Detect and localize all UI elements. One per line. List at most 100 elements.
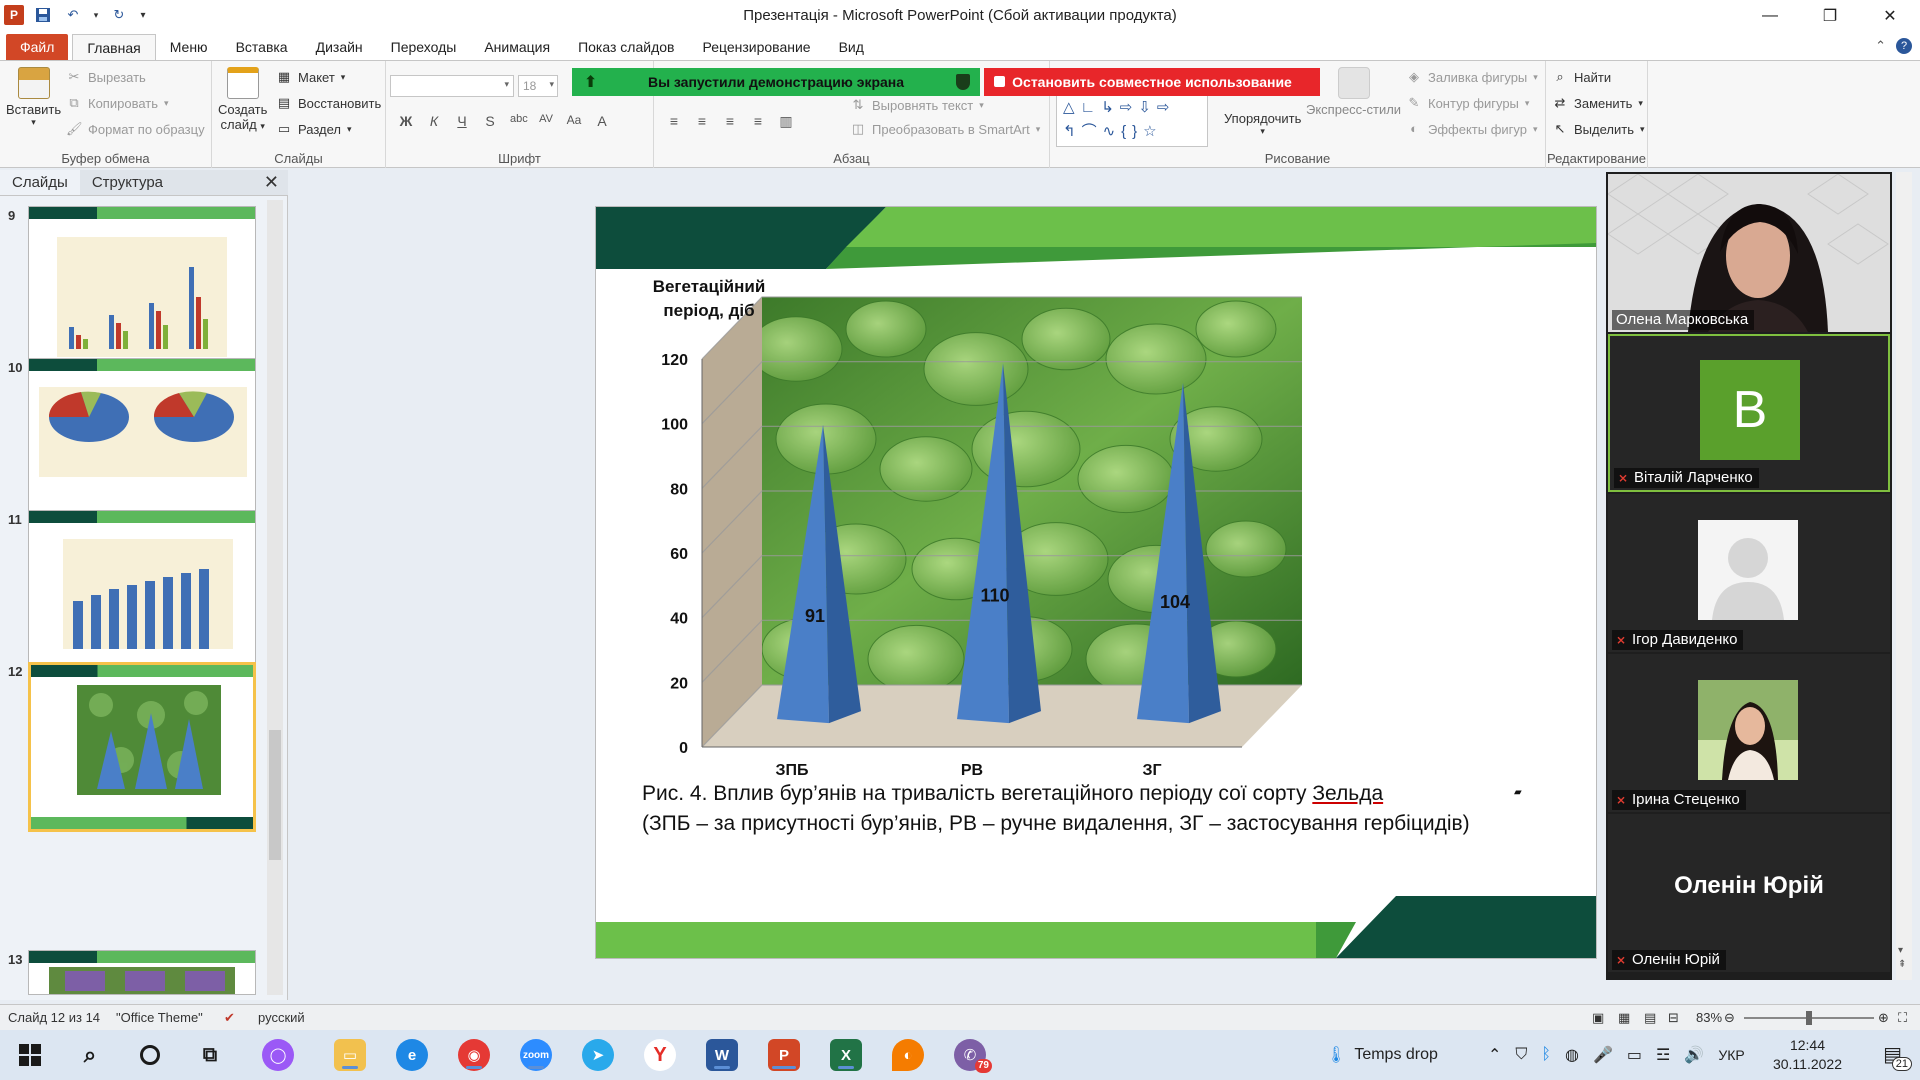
- notifications-icon[interactable]: ▤ 21: [1883, 1042, 1912, 1071]
- file-explorer-icon[interactable]: ▭: [334, 1039, 366, 1071]
- slide-thumbnail-11[interactable]: [28, 510, 256, 680]
- justify-icon[interactable]: ≡: [750, 113, 766, 130]
- prev-slide-icon[interactable]: ⇞: [1898, 959, 1906, 970]
- replace-button[interactable]: ⇄ Заменить ▾: [1552, 95, 1643, 111]
- telegram-icon[interactable]: ➤: [582, 1039, 614, 1071]
- copy-button[interactable]: ⧉ Копировать ▾: [66, 95, 168, 111]
- slide-thumbnail-12[interactable]: [28, 662, 256, 832]
- tab-file[interactable]: Файл: [6, 34, 69, 60]
- windows-start-icon[interactable]: [14, 1039, 46, 1071]
- security-icon[interactable]: ⛉: [1515, 1046, 1527, 1064]
- slide-thumbnail-9[interactable]: [28, 206, 256, 376]
- zoom-slider[interactable]: [1744, 1011, 1874, 1025]
- editor-scrollbar[interactable]: ▾ ⇞: [1896, 172, 1912, 980]
- tab-slides[interactable]: Слайды: [0, 170, 80, 195]
- tab-review[interactable]: Рецензирование: [688, 34, 824, 60]
- participant-tile[interactable]: B ⨯ Віталій Ларченко: [1608, 334, 1890, 492]
- zoom-out-icon[interactable]: ⊖: [1724, 1010, 1735, 1026]
- fit-slide-icon[interactable]: ⛶: [1898, 1010, 1907, 1026]
- zoom-slider-handle[interactable]: [1806, 1011, 1812, 1025]
- font-size-select[interactable]: 18 ▾: [518, 75, 558, 97]
- slideshow-view-icon[interactable]: ⊟: [1668, 1010, 1679, 1026]
- shape-effects-button[interactable]: ◐ Эффекты фигур ▾: [1406, 121, 1537, 137]
- reading-view-icon[interactable]: ▤: [1644, 1010, 1656, 1026]
- align-text-button[interactable]: ⇅ Выровнять текст ▾: [850, 97, 984, 113]
- columns-icon[interactable]: ▥: [778, 113, 794, 130]
- meet-now-icon[interactable]: ◍: [1565, 1045, 1579, 1065]
- word-icon[interactable]: W: [706, 1039, 738, 1071]
- alice-assistant-icon[interactable]: ◯: [262, 1039, 294, 1071]
- tab-menu[interactable]: Меню: [156, 34, 222, 60]
- align-right-icon[interactable]: ≡: [722, 113, 738, 130]
- tab-home[interactable]: Главная: [72, 34, 156, 60]
- shape-outline-button[interactable]: ✎ Контур фигуры ▾: [1406, 95, 1530, 111]
- participant-tile[interactable]: Олена Марковська: [1608, 174, 1890, 332]
- shapes-gallery[interactable]: △∟↳⇨⇩⇨ ↰⌒∿{}☆: [1056, 95, 1208, 147]
- change-case-icon[interactable]: Aa: [566, 113, 582, 129]
- tab-animation[interactable]: Анимация: [470, 34, 564, 60]
- tab-design[interactable]: Дизайн: [302, 34, 377, 60]
- thumbnails-scrollbar[interactable]: [267, 200, 283, 995]
- firefox-icon[interactable]: ◐: [892, 1039, 924, 1071]
- section-button[interactable]: ▭ Раздел ▾: [276, 121, 352, 137]
- font-color-icon[interactable]: A: [594, 113, 610, 129]
- weather-widget[interactable]: 🌡 Temps drop: [1326, 1030, 1438, 1080]
- italic-icon[interactable]: К: [426, 113, 442, 129]
- format-painter-button[interactable]: 🖌 Формат по образцу: [66, 121, 205, 137]
- normal-view-icon[interactable]: ▣: [1592, 1010, 1604, 1026]
- underline-icon[interactable]: Ч: [454, 113, 470, 129]
- powerpoint-icon[interactable]: P: [768, 1039, 800, 1071]
- align-left-icon[interactable]: ≡: [666, 113, 682, 130]
- stop-sharing-button[interactable]: Остановить совместное использование: [984, 68, 1320, 96]
- volume-icon[interactable]: 🔊: [1684, 1045, 1704, 1065]
- paste-button[interactable]: Вставить ▾: [6, 67, 61, 128]
- participant-tile[interactable]: ⨯ Ірина Стеценко: [1608, 654, 1890, 812]
- edge-icon[interactable]: e: [396, 1039, 428, 1071]
- chrome-icon[interactable]: ◉: [458, 1039, 490, 1071]
- clock[interactable]: 12:44 30.11.2022: [1773, 1036, 1842, 1074]
- align-center-icon[interactable]: ≡: [694, 113, 710, 130]
- tab-outline[interactable]: Структура: [80, 170, 175, 195]
- network-icon[interactable]: ☲: [1656, 1045, 1670, 1065]
- participant-tile[interactable]: ⨯ Ігор Давиденко: [1608, 494, 1890, 652]
- layout-button[interactable]: ▦ Макет ▾: [276, 69, 345, 85]
- viber-icon[interactable]: ✆ 79: [954, 1039, 992, 1073]
- yandex-browser-icon[interactable]: Y: [644, 1039, 676, 1071]
- reset-button[interactable]: ▤ Восстановить: [276, 95, 381, 111]
- tab-slideshow[interactable]: Показ слайдов: [564, 34, 688, 60]
- new-slide-button[interactable]: Создать слайд ▾: [218, 67, 267, 132]
- input-language[interactable]: УКР: [1718, 1047, 1744, 1063]
- char-spacing-icon[interactable]: abc: [510, 113, 528, 129]
- font-name-select[interactable]: ▾: [390, 75, 514, 97]
- slide-sorter-icon[interactable]: ▦: [1618, 1010, 1630, 1026]
- search-icon[interactable]: ⌕: [74, 1039, 106, 1071]
- zoom-level[interactable]: 83%: [1696, 1010, 1722, 1025]
- arrange-button[interactable]: Упорядочить ▾: [1224, 111, 1301, 137]
- minimize-icon[interactable]: —: [1740, 0, 1800, 32]
- language[interactable]: русский: [258, 1010, 305, 1025]
- quick-styles-button[interactable]: Экспресс-стили: [1306, 67, 1401, 117]
- current-slide[interactable]: 0 20 40 60 80 100 120 91 ЗПБ 110 РВ 104 ЗГ Вегетацій…: [596, 207, 1596, 958]
- tab-insert[interactable]: Вставка: [222, 34, 302, 60]
- slide-thumbnail-13[interactable]: [28, 950, 256, 995]
- spellcheck-icon[interactable]: ✔: [224, 1010, 235, 1026]
- close-icon[interactable]: ✕: [1860, 0, 1920, 32]
- collapse-ribbon-icon[interactable]: ⌃: [1875, 38, 1886, 54]
- task-view-icon[interactable]: ⧉: [194, 1039, 226, 1071]
- participant-tile[interactable]: Оленін Юрій ⨯ Оленін Юрій: [1608, 814, 1890, 972]
- tab-transitions[interactable]: Переходы: [377, 34, 471, 60]
- smartart-button[interactable]: ◫ Преобразовать в SmartArt ▾: [850, 121, 1040, 137]
- restore-icon[interactable]: ❐: [1800, 0, 1860, 32]
- bold-icon[interactable]: Ж: [398, 113, 414, 129]
- excel-icon[interactable]: X: [830, 1039, 862, 1071]
- find-button[interactable]: ⌕ Найти: [1552, 69, 1611, 85]
- strikethrough-icon[interactable]: S: [482, 113, 498, 129]
- cortana-icon[interactable]: [134, 1039, 166, 1071]
- microphone-icon[interactable]: 🎤: [1593, 1045, 1613, 1065]
- show-hidden-icons-icon[interactable]: ⌃: [1488, 1045, 1501, 1065]
- shape-fill-button[interactable]: ◈ Заливка фигуры ▾: [1406, 69, 1538, 85]
- bluetooth-icon[interactable]: ᛒ: [1541, 1046, 1551, 1064]
- scroll-down-icon[interactable]: ▾: [1898, 945, 1903, 956]
- zoom-app-icon[interactable]: zoom: [520, 1039, 552, 1071]
- cut-button[interactable]: ✂ Вырезать: [66, 69, 146, 85]
